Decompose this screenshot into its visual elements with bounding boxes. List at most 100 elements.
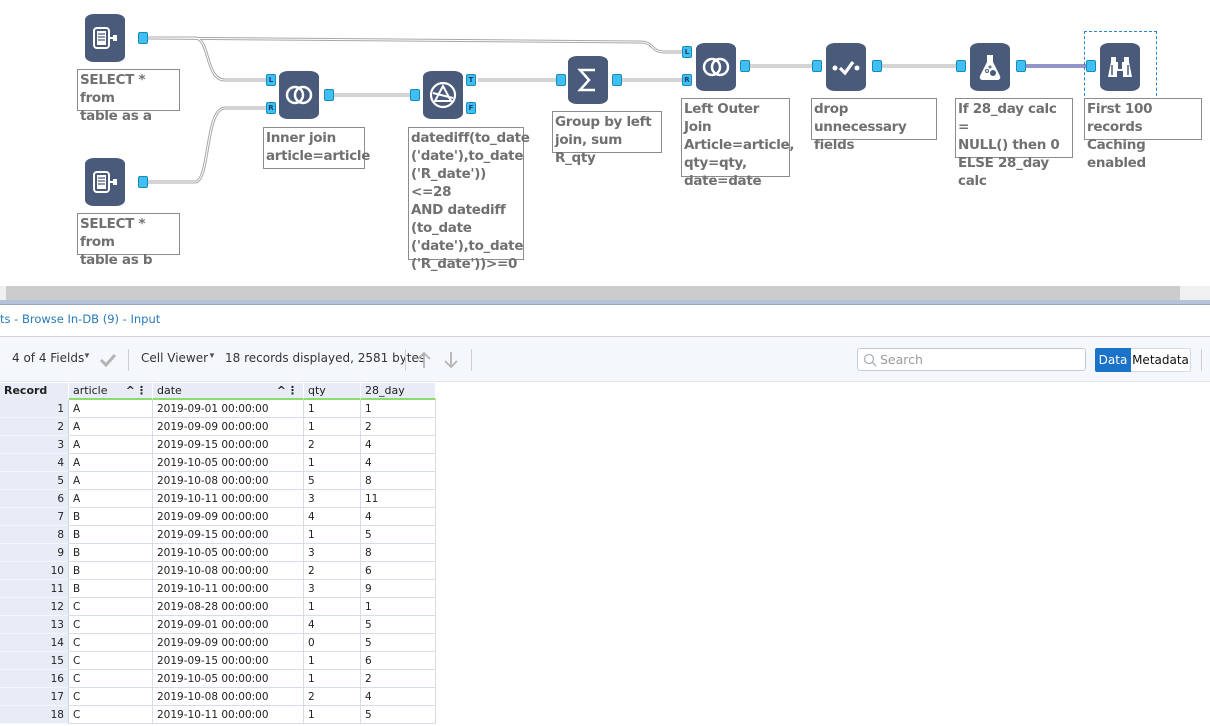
panel-splitter[interactable] <box>0 300 1210 305</box>
filter-true-anchor[interactable]: T <box>466 74 476 86</box>
date-cell[interactable]: 2019-09-09 00:00:00 <box>153 634 304 652</box>
table-row[interactable]: 2 A 2019-09-09 00:00:00 1 2 <box>0 418 436 436</box>
search-input[interactable]: Search <box>857 348 1086 371</box>
inner-join-tool[interactable] <box>279 71 319 119</box>
date-cell[interactable]: 2019-09-09 00:00:00 <box>153 418 304 436</box>
column-header-date[interactable]: date ^⋮ <box>153 383 304 400</box>
qty-cell[interactable]: 3 <box>304 580 361 598</box>
date-cell[interactable]: 2019-10-11 00:00:00 <box>153 490 304 508</box>
article-cell[interactable]: C <box>69 652 153 670</box>
arrow-up-icon[interactable] <box>416 351 432 369</box>
table-row[interactable]: 15 C 2019-09-15 00:00:00 1 6 <box>0 652 436 670</box>
filter-tool[interactable] <box>423 71 463 119</box>
date-cell[interactable]: 2019-09-01 00:00:00 <box>153 400 304 418</box>
input-a-tool[interactable] <box>85 14 125 62</box>
article-cell[interactable]: B <box>69 526 153 544</box>
table-row[interactable]: 1 A 2019-09-01 00:00:00 1 1 <box>0 400 436 418</box>
28-day-cell[interactable]: 2 <box>361 670 436 688</box>
28-day-cell[interactable]: 4 <box>361 508 436 526</box>
qty-cell[interactable]: 1 <box>304 526 361 544</box>
input-b-output-anchor[interactable] <box>138 176 148 188</box>
28-day-cell[interactable]: 5 <box>361 706 436 724</box>
date-cell[interactable]: 2019-10-05 00:00:00 <box>153 544 304 562</box>
28-day-cell[interactable]: 1 <box>361 598 436 616</box>
qty-cell[interactable]: 3 <box>304 544 361 562</box>
column-header-28-day[interactable]: 28_day <box>361 383 436 400</box>
table-row[interactable]: 16 C 2019-10-05 00:00:00 1 2 <box>0 670 436 688</box>
article-cell[interactable]: A <box>69 418 153 436</box>
formula-input-anchor[interactable] <box>956 60 966 72</box>
28-day-cell[interactable]: 6 <box>361 652 436 670</box>
qty-cell[interactable]: 4 <box>304 508 361 526</box>
cell-viewer-caret-icon[interactable]: ▼ <box>208 351 216 360</box>
article-cell[interactable]: A <box>69 490 153 508</box>
input-b-tool[interactable] <box>85 158 125 206</box>
date-cell[interactable]: 2019-08-28 00:00:00 <box>153 598 304 616</box>
article-cell[interactable]: C <box>69 688 153 706</box>
date-cell[interactable]: 2019-10-11 00:00:00 <box>153 706 304 724</box>
qty-cell[interactable]: 1 <box>304 670 361 688</box>
28-day-cell[interactable]: 11 <box>361 490 436 508</box>
column-header-article[interactable]: article ^⋮ <box>69 383 153 400</box>
table-row[interactable]: 5 A 2019-10-08 00:00:00 5 8 <box>0 472 436 490</box>
date-cell[interactable]: 2019-09-09 00:00:00 <box>153 508 304 526</box>
article-cell[interactable]: A <box>69 472 153 490</box>
qty-cell[interactable]: 2 <box>304 436 361 454</box>
28-day-cell[interactable]: 5 <box>361 634 436 652</box>
article-cell[interactable]: C <box>69 706 153 724</box>
article-cell[interactable]: C <box>69 616 153 634</box>
table-row[interactable]: 13 C 2019-09-01 00:00:00 4 5 <box>0 616 436 634</box>
qty-cell[interactable]: 5 <box>304 472 361 490</box>
article-cell[interactable]: A <box>69 436 153 454</box>
formula-tool[interactable] <box>970 43 1010 91</box>
28-day-cell[interactable]: 9 <box>361 580 436 598</box>
sort-and-menu-icon[interactable]: ^⋮ <box>126 384 148 397</box>
summarize-output-anchor[interactable] <box>612 74 622 86</box>
inner-join-left-anchor[interactable]: L <box>266 74 276 86</box>
28-day-cell[interactable]: 4 <box>361 688 436 706</box>
table-row[interactable]: 11 B 2019-10-11 00:00:00 3 9 <box>0 580 436 598</box>
article-cell[interactable]: B <box>69 508 153 526</box>
28-day-cell[interactable]: 6 <box>361 562 436 580</box>
article-cell[interactable]: B <box>69 562 153 580</box>
table-row[interactable]: 10 B 2019-10-08 00:00:00 2 6 <box>0 562 436 580</box>
28-day-cell[interactable]: 8 <box>361 472 436 490</box>
table-row[interactable]: 8 B 2019-09-15 00:00:00 1 5 <box>0 526 436 544</box>
article-cell[interactable]: C <box>69 634 153 652</box>
28-day-cell[interactable]: 4 <box>361 436 436 454</box>
article-cell[interactable]: A <box>69 400 153 418</box>
article-cell[interactable]: C <box>69 598 153 616</box>
28-day-cell[interactable]: 1 <box>361 400 436 418</box>
article-cell[interactable]: C <box>69 670 153 688</box>
qty-cell[interactable]: 0 <box>304 634 361 652</box>
metadata-view-button[interactable]: Metadata <box>1131 348 1191 372</box>
28-day-cell[interactable]: 8 <box>361 544 436 562</box>
28-day-cell[interactable]: 4 <box>361 454 436 472</box>
workflow-canvas[interactable]: SELECT * from table as a SELECT * from t… <box>0 0 1210 286</box>
date-cell[interactable]: 2019-09-15 00:00:00 <box>153 436 304 454</box>
table-row[interactable]: 7 B 2019-09-09 00:00:00 4 4 <box>0 508 436 526</box>
input-a-output-anchor[interactable] <box>138 32 148 44</box>
left-join-right-anchor[interactable]: R <box>682 74 692 86</box>
qty-cell[interactable]: 4 <box>304 616 361 634</box>
apply-checkmark-icon[interactable] <box>99 353 117 367</box>
browse-input-anchor[interactable] <box>1086 60 1096 72</box>
select-output-anchor[interactable] <box>872 60 882 72</box>
qty-cell[interactable]: 3 <box>304 490 361 508</box>
28-day-cell[interactable]: 5 <box>361 616 436 634</box>
table-row[interactable]: 9 B 2019-10-05 00:00:00 3 8 <box>0 544 436 562</box>
filter-false-anchor[interactable]: F <box>466 102 476 114</box>
28-day-cell[interactable]: 2 <box>361 418 436 436</box>
table-row[interactable]: 3 A 2019-09-15 00:00:00 2 4 <box>0 436 436 454</box>
qty-cell[interactable]: 1 <box>304 598 361 616</box>
qty-cell[interactable]: 1 <box>304 418 361 436</box>
canvas-horizontal-scrollbar[interactable] <box>0 286 1210 300</box>
cell-viewer-dropdown[interactable]: Cell Viewer <box>141 351 208 365</box>
article-cell[interactable]: A <box>69 454 153 472</box>
data-view-button[interactable]: Data <box>1095 348 1131 372</box>
date-cell[interactable]: 2019-10-05 00:00:00 <box>153 670 304 688</box>
date-cell[interactable]: 2019-10-11 00:00:00 <box>153 580 304 598</box>
summarize-tool[interactable] <box>568 56 608 104</box>
qty-cell[interactable]: 1 <box>304 400 361 418</box>
table-row[interactable]: 12 C 2019-08-28 00:00:00 1 1 <box>0 598 436 616</box>
